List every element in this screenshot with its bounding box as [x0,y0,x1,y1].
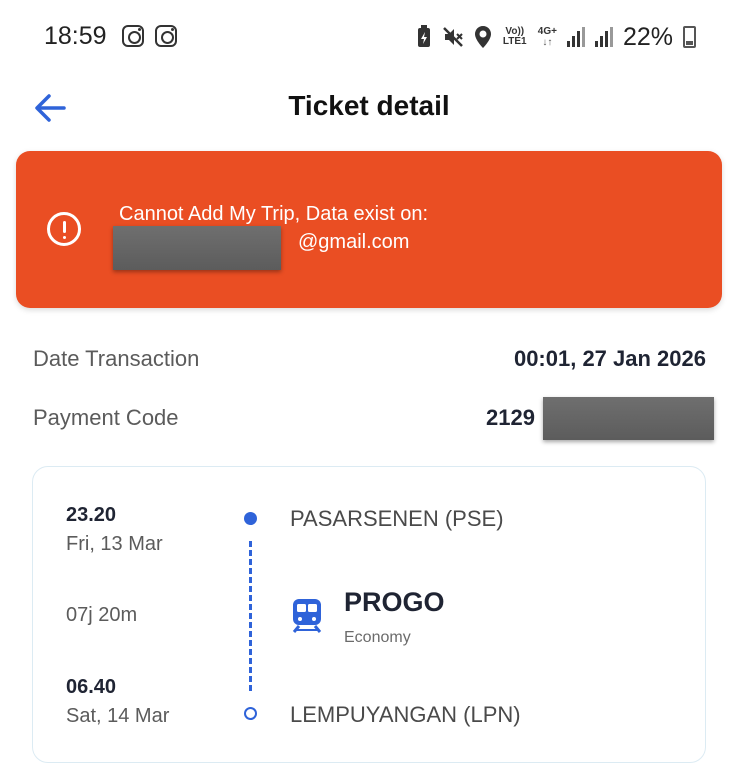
departure-time: 23.20 [66,504,117,526]
email-redaction [113,226,281,270]
toast-message: Cannot Add My Trip, Data exist on: [119,203,429,225]
payment-code-value: 2129 [486,405,535,430]
destination-station: LEMPUYANGAN (LPN) [290,702,521,727]
payment-code-redaction [543,397,714,440]
date-transaction-value: 00:01, 27 Jan 2026 [513,346,706,371]
signal-bars-icon [566,27,585,47]
alert-circle-icon [47,212,81,246]
date-transaction-label: Date Transaction [33,346,200,371]
error-toast: Cannot Add My Trip, Data exist on: @gmai… [16,151,722,308]
battery-icon [683,26,696,48]
trip-duration: 07j 20m [66,604,138,626]
departure-date: Fri, 13 Mar [66,533,163,555]
status-bar: 18:59 Vo)) LTE1 4G+ ↓↑ 22% [0,0,738,70]
train-class: Economy [344,629,411,646]
origin-dot [244,512,257,525]
app-header: Ticket detail [0,78,738,134]
train-icon [291,597,323,633]
route-line [249,541,252,691]
4g-indicator: 4G+ ↓↑ [537,25,557,48]
battery-percent: 22% [622,22,673,51]
battery-saver-icon [417,25,430,47]
arrival-time: 06.40 [66,676,117,698]
instagram-notification-icon [122,25,144,47]
signal-bars-icon [594,27,613,47]
page-title: Ticket detail [288,90,450,121]
trip-card: 23.20 Fri, 13 Mar 07j 20m 06.40 Sat, 14 … [32,466,706,763]
payment-code-label: Payment Code [33,405,179,430]
origin-station: PASARSENEN (PSE) [290,506,504,531]
date-transaction-row: Date Transaction 00:01, 27 Jan 2026 [33,346,706,376]
status-time: 18:59 [44,22,107,50]
train-name: PROGO [344,587,445,617]
destination-dot [244,707,257,720]
location-icon [474,26,491,48]
instagram-notification-icon [155,25,177,47]
status-icons: Vo)) LTE1 4G+ ↓↑ 22% [416,22,696,52]
volte-indicator: Vo)) LTE1 [502,26,527,47]
arrival-date: Sat, 14 Mar [66,705,170,727]
toast-email: @gmail.com [298,231,410,253]
mute-vibrate-icon [442,27,463,47]
